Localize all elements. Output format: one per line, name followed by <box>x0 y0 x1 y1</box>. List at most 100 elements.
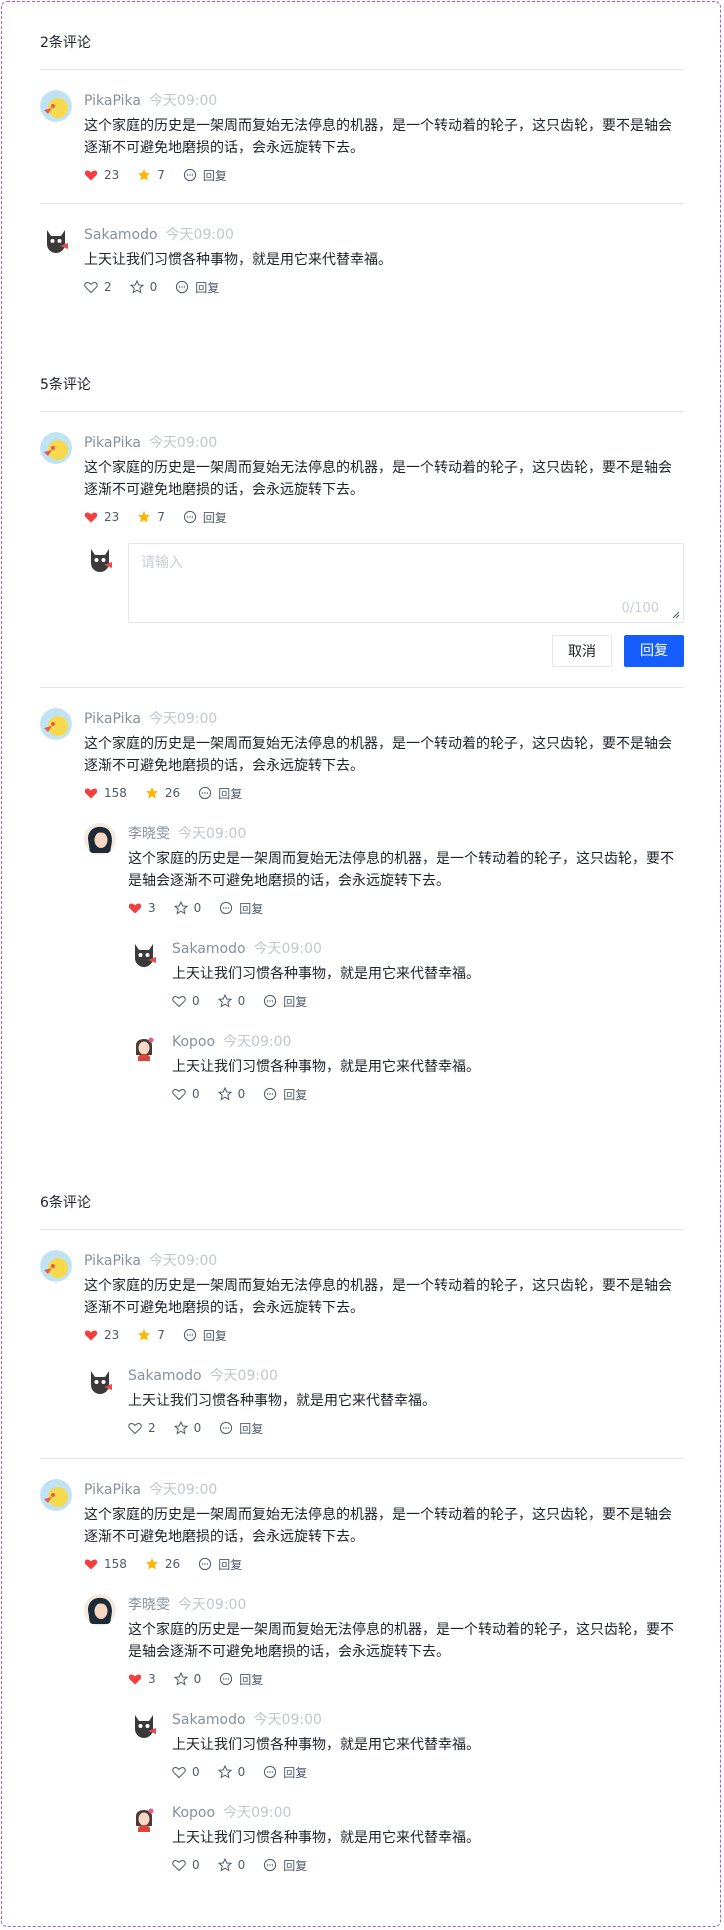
like-button[interactable]: 158 <box>84 1557 127 1571</box>
like-button[interactable]: 0 <box>172 994 200 1008</box>
reply-button[interactable]: 回复 <box>219 1671 263 1688</box>
star-filled-icon <box>145 1558 158 1570</box>
author-name[interactable]: PikaPika <box>84 1253 141 1269</box>
avatar <box>40 708 72 740</box>
message-icon <box>183 1328 197 1342</box>
like-count: 23 <box>104 168 120 182</box>
nested-comment: Sakamodo 今天09:00 上天让我们习惯各种事物，就是用它来代替幸福。 2… <box>84 1365 684 1438</box>
star-count: 0 <box>193 1672 202 1686</box>
avatar <box>128 938 160 970</box>
reply-button[interactable]: 回复 <box>183 509 227 526</box>
star-outline-icon <box>217 1858 232 1872</box>
like-button[interactable]: 0 <box>172 1858 200 1872</box>
like-button[interactable]: 158 <box>84 786 127 800</box>
avatar <box>84 543 116 575</box>
author-name[interactable]: Sakamodo <box>172 1712 246 1728</box>
star-button[interactable]: 26 <box>145 786 180 800</box>
reply-button[interactable]: 回复 <box>175 279 219 296</box>
like-button[interactable]: 3 <box>128 901 156 915</box>
reply-button[interactable]: 回复 <box>198 785 242 802</box>
reply-button[interactable]: 回复 <box>198 1556 242 1573</box>
star-outline-icon <box>173 1672 188 1686</box>
like-button[interactable]: 2 <box>84 280 112 294</box>
author-name[interactable]: Sakamodo <box>128 1368 202 1384</box>
star-count: 26 <box>164 786 181 800</box>
cancel-button[interactable]: 取消 <box>552 635 612 667</box>
comment-meta: Sakamodo 今天09:00 <box>128 1365 684 1387</box>
reply-label: 回复 <box>218 1557 243 1572</box>
like-count: 3 <box>148 901 156 915</box>
reply-label: 回复 <box>283 1087 308 1102</box>
reply-input[interactable]: 请输入 0/100 <box>128 543 684 623</box>
star-button[interactable]: 0 <box>217 1858 245 1872</box>
timestamp: 今天09:00 <box>165 227 234 243</box>
reply-label: 回复 <box>202 168 227 183</box>
author-name[interactable]: Kopoo <box>172 1805 215 1821</box>
like-button[interactable]: 0 <box>172 1765 200 1779</box>
author-name[interactable]: PikaPika <box>84 435 141 451</box>
submit-reply-button[interactable]: 回复 <box>624 635 684 667</box>
star-filled-icon <box>138 169 151 181</box>
reply-button[interactable]: 回复 <box>263 1086 307 1103</box>
author-name[interactable]: Sakamodo <box>84 227 158 243</box>
comment-text: 这个家庭的历史是一架周而复始无法停息的机器，是一个转动着的轮子，这只齿轮，要不是… <box>128 851 674 889</box>
star-button[interactable]: 0 <box>217 1765 245 1779</box>
star-button[interactable]: 0 <box>129 280 157 294</box>
star-outline-icon <box>217 1765 232 1779</box>
reply-button[interactable]: 回复 <box>219 900 263 917</box>
star-button[interactable]: 7 <box>137 168 165 182</box>
author-name[interactable]: 李晓雯 <box>128 1597 170 1613</box>
nested-comment: Kopoo 今天09:00 上天让我们习惯各种事物，就是用它来代替幸福。 0 0 … <box>128 1802 684 1875</box>
star-button[interactable]: 0 <box>173 1672 202 1686</box>
author-name[interactable]: PikaPika <box>84 93 141 109</box>
author-name[interactable]: 李晓雯 <box>128 826 170 842</box>
comment-text: 上天让我们习惯各种事物，就是用它来代替幸福。 <box>128 1393 436 1409</box>
comment-text: 这个家庭的历史是一架周而复始无法停息的机器，是一个转动着的轮子，这只齿轮，要不是… <box>84 1507 672 1545</box>
resize-handle-icon[interactable] <box>672 611 680 619</box>
comment-item: PikaPika 今天09:00 这个家庭的历史是一架周而复始无法停息的机器，是一… <box>40 90 684 185</box>
reply-button[interactable]: 回复 <box>183 1327 227 1344</box>
like-count: 158 <box>104 786 127 800</box>
reply-button[interactable]: 回复 <box>263 1764 307 1781</box>
heart-outline-icon <box>172 1859 186 1872</box>
char-counter: 0/100 <box>621 601 659 616</box>
avatar <box>40 432 72 464</box>
timestamp: 今天09:00 <box>148 93 218 109</box>
like-button[interactable]: 2 <box>128 1421 156 1435</box>
reply-button[interactable]: 回复 <box>183 167 227 184</box>
star-button[interactable]: 7 <box>137 1328 165 1342</box>
divider <box>40 1229 684 1230</box>
like-button[interactable]: 0 <box>172 1087 200 1101</box>
reply-button[interactable]: 回复 <box>263 1857 307 1874</box>
author-name[interactable]: PikaPika <box>84 1482 141 1498</box>
like-button[interactable]: 23 <box>84 168 119 182</box>
message-icon <box>183 168 197 182</box>
author-name[interactable]: PikaPika <box>84 711 141 727</box>
timestamp: 今天09:00 <box>253 941 322 957</box>
star-count: 0 <box>193 1421 202 1435</box>
reply-button[interactable]: 回复 <box>263 993 307 1010</box>
star-button[interactable]: 0 <box>217 994 245 1008</box>
reply-buttons: 取消 回复 <box>84 635 684 667</box>
comment-actions: 23 7 回复 <box>84 1325 684 1345</box>
star-button[interactable]: 0 <box>173 901 202 915</box>
comment-text: 这个家庭的历史是一架周而复始无法停息的机器，是一个转动着的轮子，这只齿轮，要不是… <box>84 460 672 498</box>
like-button[interactable]: 3 <box>128 1672 156 1686</box>
reply-button[interactable]: 回复 <box>219 1420 263 1437</box>
star-button[interactable]: 7 <box>137 510 165 524</box>
star-button[interactable]: 0 <box>217 1087 245 1101</box>
star-outline-icon <box>173 1421 188 1435</box>
star-button[interactable]: 0 <box>173 1421 202 1435</box>
avatar <box>84 1365 116 1397</box>
comment-text: 这个家庭的历史是一架周而复始无法停息的机器，是一个转动着的轮子，这只齿轮，要不是… <box>84 736 672 774</box>
author-name[interactable]: Sakamodo <box>172 941 246 957</box>
star-button[interactable]: 26 <box>145 1557 180 1571</box>
star-count: 0 <box>193 901 202 915</box>
like-button[interactable]: 23 <box>84 1328 119 1342</box>
like-button[interactable]: 23 <box>84 510 119 524</box>
avatar <box>128 1709 160 1741</box>
divider <box>40 411 684 412</box>
author-name[interactable]: Kopoo <box>172 1034 215 1050</box>
like-count: 2 <box>104 280 112 294</box>
timestamp: 今天09:00 <box>223 1034 292 1050</box>
